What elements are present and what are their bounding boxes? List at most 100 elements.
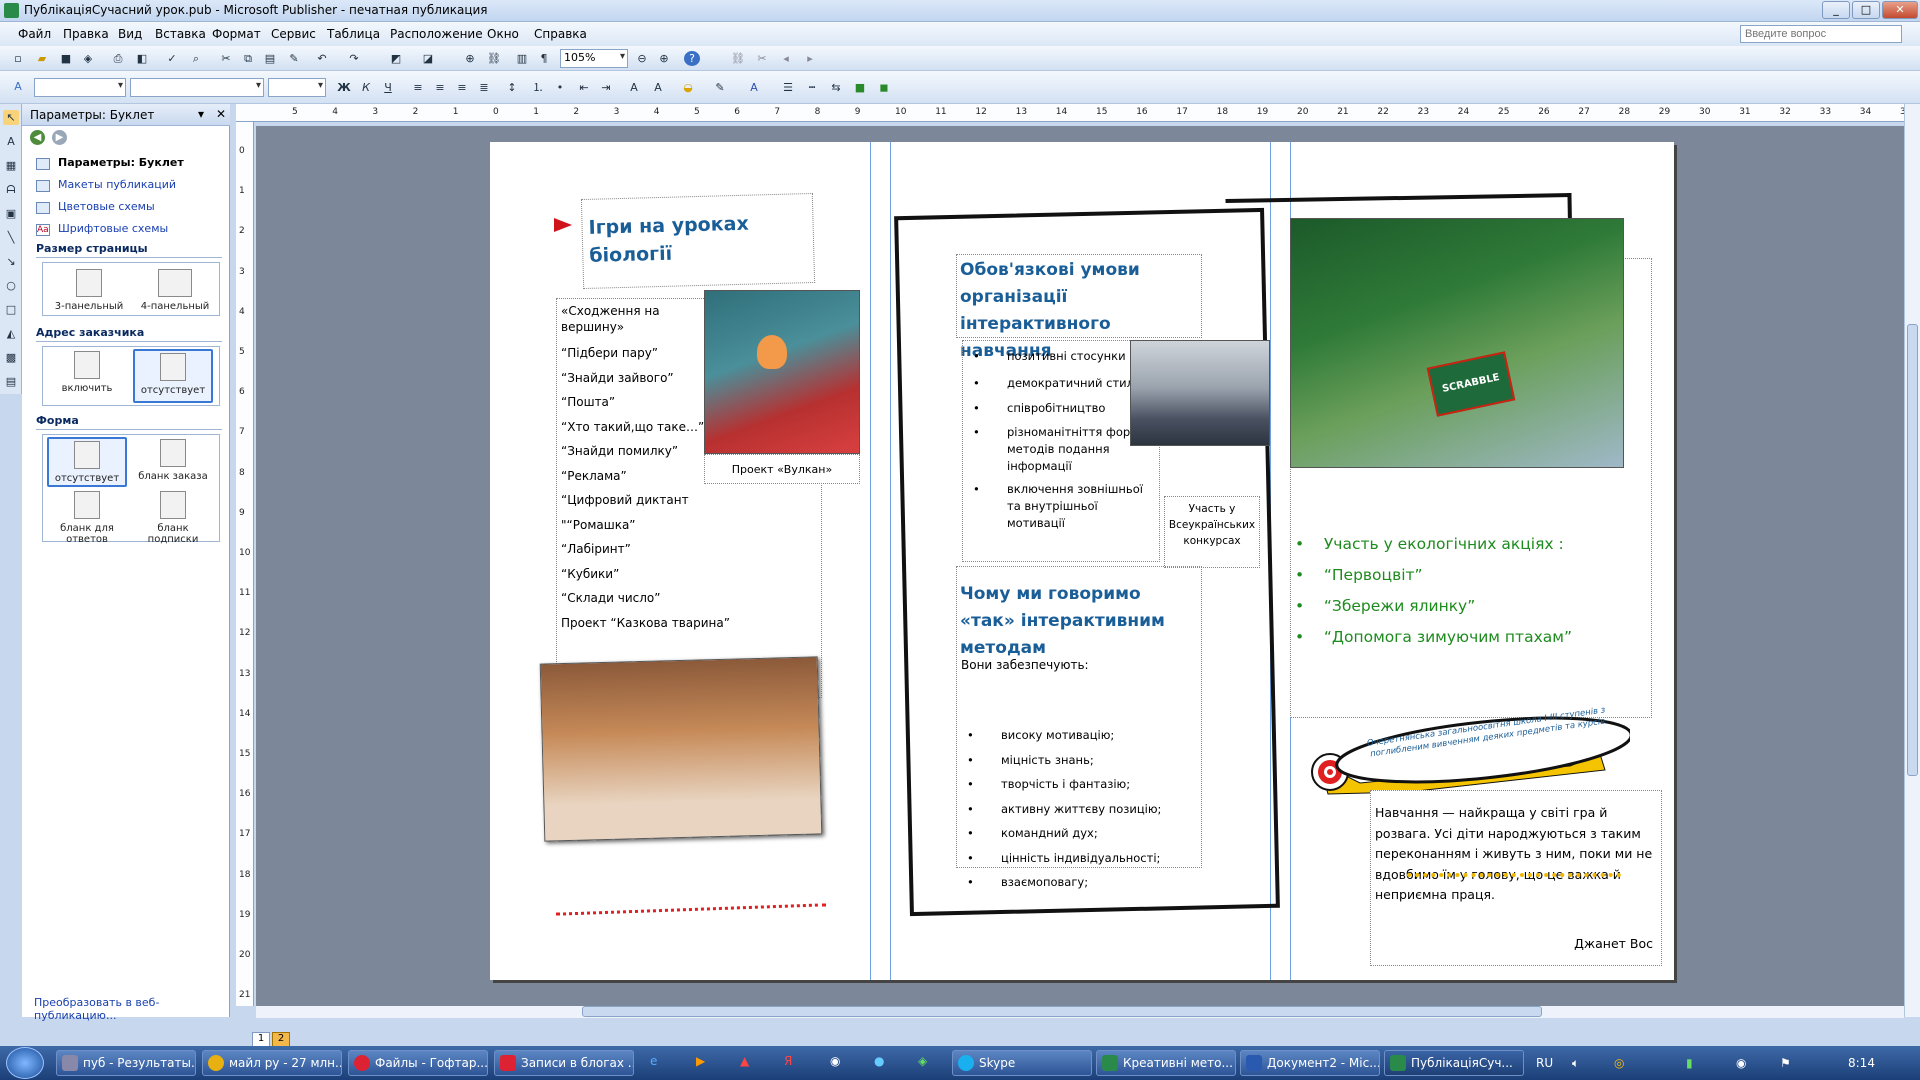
taskbar-item[interactable]: Файлы - Гофтар... [348, 1050, 488, 1076]
arrow-icon[interactable]: ↘ [3, 254, 19, 269]
taskbar-item[interactable]: Документ2 - Mic... [1240, 1050, 1380, 1076]
response-form-option[interactable]: бланк для ответов [47, 491, 127, 545]
italic-icon[interactable]: К [358, 80, 374, 95]
font-schemes-link[interactable]: Шрифтовые схемы [58, 222, 168, 235]
volcano-photo[interactable] [704, 290, 860, 454]
taskbar-item[interactable]: Skype [952, 1050, 1092, 1076]
zoom-in-object-icon[interactable]: ⊕ [462, 51, 478, 66]
bring-forward-icon[interactable]: ◩ [388, 51, 404, 66]
vertical-scroll-thumb[interactable] [1907, 324, 1918, 776]
forward-arrow-icon[interactable]: ▶ [52, 130, 67, 145]
hot-spot-icon[interactable]: ▩ [3, 350, 19, 365]
volume-icon[interactable]: 🔈︎ [1572, 1056, 1579, 1071]
start-button[interactable] [6, 1047, 44, 1079]
decrease-font-icon[interactable]: A [626, 80, 642, 95]
panel2-title-box[interactable]: Обов'язкові умови організації інтерактив… [956, 254, 1202, 361]
cut-icon[interactable]: ✂ [218, 51, 234, 66]
ie-icon[interactable]: e [650, 1054, 657, 1068]
close-button[interactable]: ✕ [1882, 1, 1918, 19]
media-player-icon[interactable]: ▶ [696, 1054, 705, 1068]
new-icon[interactable]: ▫ [10, 51, 26, 66]
class-photo[interactable] [539, 656, 823, 842]
paste-icon[interactable]: ▤ [262, 51, 278, 66]
previous-textbox-icon[interactable]: ◂ [778, 51, 794, 66]
copy-icon[interactable]: ⧉ [240, 51, 256, 66]
increase-indent-icon[interactable]: ⇥ [598, 80, 614, 95]
3d-style-icon[interactable]: ◼ [876, 80, 892, 95]
columns-icon[interactable]: ▥ [514, 51, 530, 66]
help-icon[interactable]: ? [684, 51, 700, 66]
styles-icon[interactable]: A [10, 79, 26, 94]
zoom-in-icon[interactable]: ⊕ [656, 51, 672, 66]
wordart-icon[interactable]: ᗩ [3, 182, 19, 197]
rectangle-icon[interactable]: □ [3, 302, 19, 317]
link-textbox-icon[interactable]: ⛓ [730, 51, 746, 66]
save-icon[interactable]: ■ [58, 51, 74, 66]
yandex-browser-icon[interactable]: Я [784, 1054, 792, 1068]
open-icon[interactable]: ▰ [34, 51, 50, 66]
taskbar-item-active[interactable]: ПублікаціяСуч... [1384, 1050, 1524, 1076]
tray-network-icon[interactable]: ▮ [1686, 1056, 1693, 1070]
bold-icon[interactable]: Ж [336, 80, 352, 95]
permission-icon[interactable]: ◈ [80, 51, 96, 66]
redo-icon[interactable]: ↷ [346, 51, 362, 66]
vertical-ruler[interactable]: 0 1 2 3 4 5 6 7 8 9 10 11 12 13 14 15 16 17 18 19 20 21 [236, 122, 254, 1006]
bullets-icon[interactable]: • [552, 80, 568, 95]
ask-question-input[interactable] [1740, 25, 1902, 43]
menu-insert[interactable]: Вставка [155, 27, 206, 41]
network-app-icon[interactable]: ● [874, 1054, 884, 1068]
menu-table[interactable]: Таблица [327, 27, 380, 41]
pdf-icon[interactable]: ▲ [740, 1054, 749, 1068]
maximize-button[interactable]: □ [1852, 1, 1880, 19]
zoom-combo[interactable]: 105% [560, 49, 628, 68]
line-color-icon[interactable]: ✎ [712, 80, 728, 95]
tray-flag-icon[interactable]: ⚑ [1780, 1056, 1791, 1070]
menu-edit[interactable]: Правка [63, 27, 109, 41]
picture-frame-icon[interactable]: ▣ [3, 206, 19, 221]
task-pane-close-icon[interactable]: ✕ [216, 107, 226, 121]
oval-icon[interactable]: ○ [3, 278, 19, 293]
style-combo[interactable] [34, 78, 126, 97]
form-none-option[interactable]: отсутствует [47, 437, 127, 487]
format-painter-icon[interactable]: ✎ [286, 51, 302, 66]
tray-app-icon[interactable]: ◉ [1736, 1056, 1746, 1070]
taskbar-item[interactable]: Записи в блогах ... [494, 1050, 634, 1076]
design-gallery-icon[interactable]: ▤ [3, 374, 19, 389]
dash-style-icon[interactable]: ┅ [804, 80, 820, 95]
horizontal-scroll-thumb[interactable] [582, 1006, 1542, 1017]
decrease-indent-icon[interactable]: ⇤ [576, 80, 592, 95]
fill-color-icon[interactable]: ◒ [680, 80, 696, 95]
language-indicator[interactable]: RU [1536, 1056, 1553, 1070]
three-panel-option[interactable]: 3-панельный [49, 269, 129, 312]
menu-window[interactable]: Окно [487, 27, 519, 41]
tray-app-icon[interactable]: ◎ [1614, 1056, 1624, 1070]
horizontal-ruler[interactable]: 5 4 3 2 1 0 1 2 3 4 5 6 7 8 9 10 11 12 13 14 15 16 17 18 19 20 21 2… [236, 104, 1911, 122]
font-size-combo[interactable] [268, 78, 326, 97]
back-arrow-icon[interactable]: ◀ [30, 130, 45, 145]
underline-icon[interactable]: Ч [380, 80, 396, 95]
taskbar-item[interactable]: Креативні мето... [1096, 1050, 1236, 1076]
minimize-button[interactable]: _ [1822, 1, 1850, 19]
taskbar-item[interactable]: пуб - Результаты... [56, 1050, 196, 1076]
line-style-icon[interactable]: ☰ [780, 80, 796, 95]
zoom-out-icon[interactable]: ⊖ [634, 51, 650, 66]
text-box-icon[interactable]: A [3, 134, 19, 149]
select-objects-icon[interactable]: ↖ [3, 110, 19, 125]
shield-app-icon[interactable]: ◈ [918, 1054, 927, 1068]
address-none-option[interactable]: отсутствует [133, 349, 213, 403]
menu-format[interactable]: Формат [212, 27, 261, 41]
menu-view[interactable]: Вид [118, 27, 142, 41]
send-backward-icon[interactable]: ◪ [420, 51, 436, 66]
line-icon[interactable]: ╲ [3, 230, 19, 245]
spelling-icon[interactable]: ✓ [164, 51, 180, 66]
menu-arrange[interactable]: Расположение [390, 27, 483, 41]
menu-help[interactable]: Справка [534, 27, 587, 41]
undo-icon[interactable]: ↶ [314, 51, 330, 66]
task-pane-dropdown-icon[interactable]: ▾ [198, 107, 204, 121]
font-combo[interactable] [130, 78, 264, 97]
font-color-icon[interactable]: A [746, 80, 762, 95]
quote-box[interactable]: Навчання — найкраща у світі гра й розваг… [1370, 790, 1662, 966]
menu-tools[interactable]: Сервис [271, 27, 316, 41]
align-center-icon[interactable]: ≡ [432, 80, 448, 95]
four-panel-option[interactable]: 4-панельный [135, 269, 215, 312]
